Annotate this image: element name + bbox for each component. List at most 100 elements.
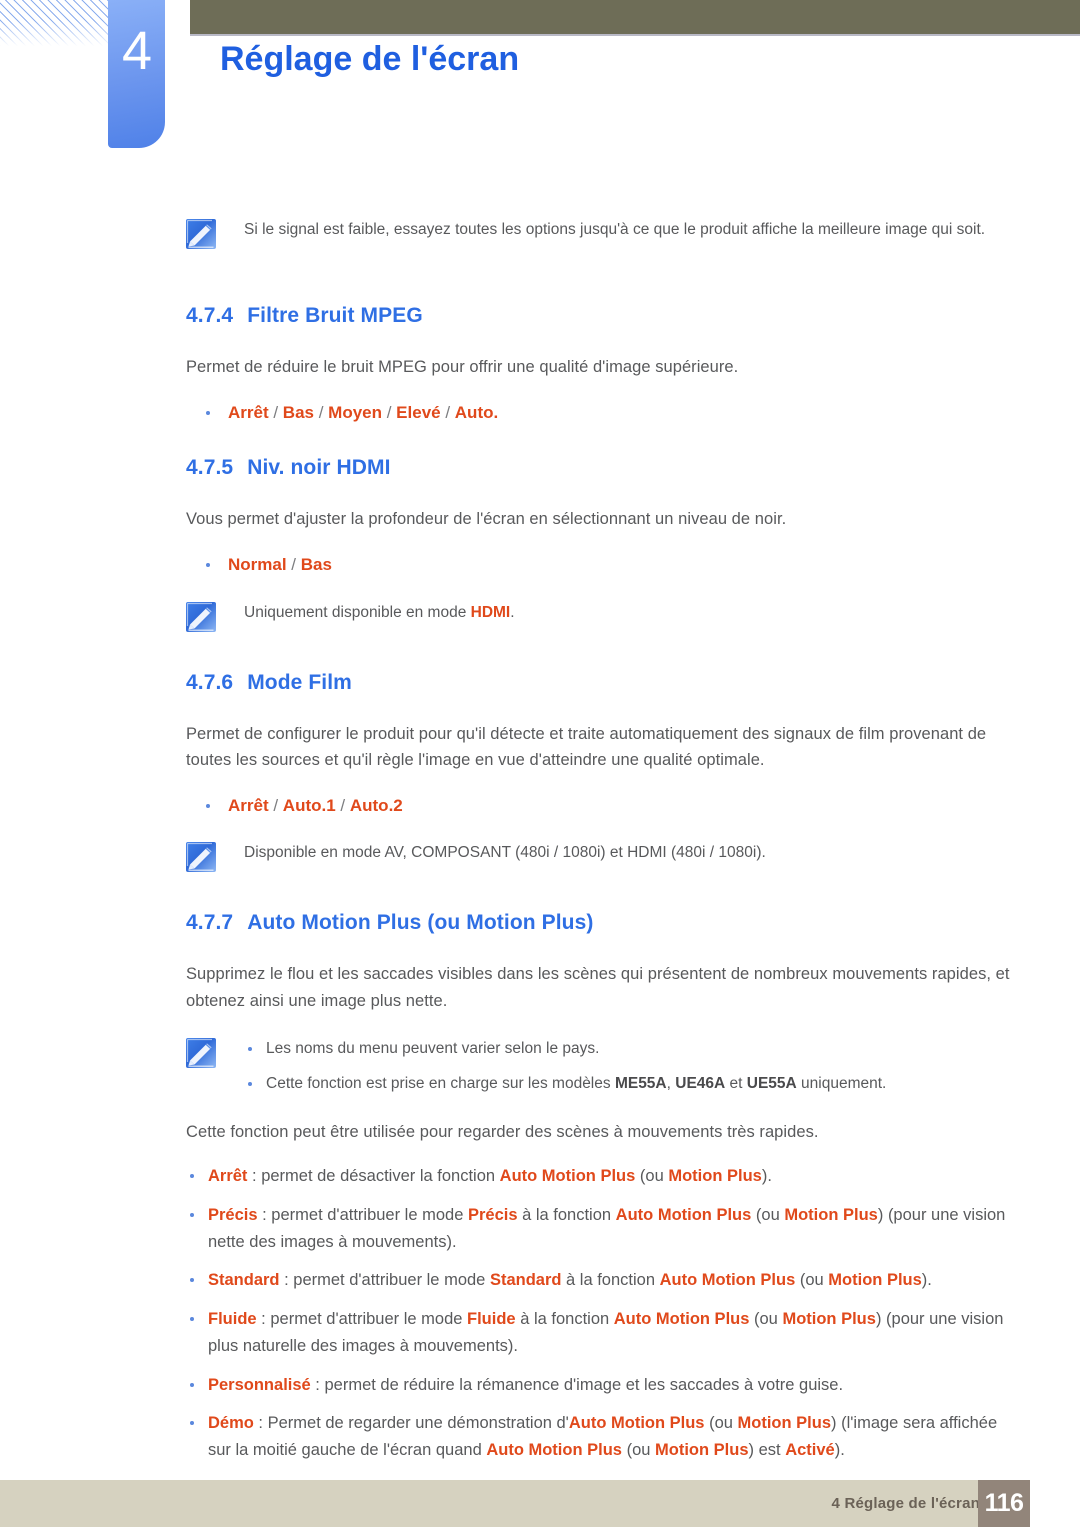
keyword-motion-plus: Motion Plus <box>782 1310 876 1329</box>
keyword-motion-plus: Motion Plus <box>655 1440 749 1459</box>
page-number: 116 <box>978 1480 1030 1527</box>
mode-text: : permet de désactiver la fonction <box>247 1167 500 1186</box>
note-sub-list: Les noms du menu peuvent varier selon le… <box>244 1037 1016 1097</box>
mode-name: Précis <box>208 1205 258 1224</box>
mode-text: (ou <box>749 1310 783 1329</box>
separator: , <box>666 1074 676 1092</box>
mode-name: Standard <box>208 1271 280 1290</box>
mode-name: Arrêt <box>208 1167 248 1186</box>
section-body-4-7-5: Vous permet d'ajuster la profondeur de l… <box>186 510 787 529</box>
note-weak-signal: Si le signal est faible, essayez toutes … <box>186 218 1016 252</box>
note-pencil-icon <box>186 1037 216 1068</box>
option-value: Auto. <box>454 402 499 422</box>
note-text: Les noms du menu peuvent varier selon le… <box>266 1039 600 1057</box>
section-body-4-7-4: Permet de réduire le bruit MPEG pour off… <box>186 358 739 376</box>
model-ue55a: UE55A <box>746 1074 797 1092</box>
keyword-auto-motion-plus: Auto Motion Plus <box>659 1271 796 1290</box>
keyword-auto-motion-plus: Auto Motion Plus <box>615 1205 752 1224</box>
keyword-motion-plus: Motion Plus <box>737 1414 832 1433</box>
section-title: Filtre Bruit MPEG <box>247 304 423 327</box>
mode-text: à la fonction <box>517 1205 616 1224</box>
section-number: 4.7.4 <box>186 304 234 327</box>
hatch-decoration <box>0 0 108 46</box>
mode-text: : Permet de regarder une démonstration d… <box>253 1414 569 1433</box>
model-me55a: ME55A <box>614 1074 667 1092</box>
mode-text: ). <box>761 1167 772 1186</box>
note-motion-plus: Les noms du menu peuvent varier selon le… <box>186 1037 1016 1097</box>
mode-text: : permet d'attribuer le mode <box>279 1271 490 1290</box>
mode-name: Personnalisé <box>208 1375 311 1394</box>
mode-text: à la fonction <box>515 1310 614 1329</box>
mode-text: à la fonction <box>561 1271 660 1290</box>
option-value: Normal <box>228 554 287 574</box>
section-title: Niv. noir HDMI <box>247 456 391 480</box>
keyword-auto-motion-plus: Auto Motion Plus <box>486 1440 622 1459</box>
note-hdmi-only: Uniquement disponible en mode HDMI. <box>186 601 1016 635</box>
mode-name-inline: Standard <box>489 1271 562 1290</box>
option-list-4-7-4: Arrêt / Bas / Moyen / Elevé / Auto. <box>186 399 1016 427</box>
option-value: Arrêt <box>228 795 269 815</box>
mode-text: : permet de réduire la rémanence d'image… <box>310 1375 844 1394</box>
header-band-edge <box>190 34 1080 36</box>
section-heading-4-7-6: 4.7.6 Mode Film <box>186 671 1016 695</box>
note-pencil-icon <box>186 601 216 632</box>
mode-text: ). <box>921 1271 932 1290</box>
section-body-4-7-7: Supprimez le flou et les saccades visibl… <box>186 965 1010 1011</box>
note-text-prefix: Uniquement disponible en mode <box>244 603 471 621</box>
section-number: 4.7.5 <box>186 456 234 480</box>
mode-text: (ou <box>621 1440 656 1459</box>
section-heading-4-7-4: 4.7.4 Filtre Bruit MPEG <box>186 304 1016 328</box>
section-number: 4.7.6 <box>186 670 234 694</box>
document-content: Si le signal est faible, essayez toutes … <box>186 218 1016 1464</box>
option-value: Elevé <box>396 402 441 422</box>
list-item: Personnalisé : permet de réduire la réma… <box>186 1372 1016 1399</box>
note-film-modes: Disponible en mode AV, COMPOSANT (480i /… <box>186 841 1016 875</box>
option-value: Bas <box>300 554 332 574</box>
mode-description-list: Arrêt : permet de désactiver la fonction… <box>186 1163 1016 1463</box>
list-item: Arrêt / Auto.1 / Auto.2 <box>186 792 1016 820</box>
mode-name: Fluide <box>208 1310 257 1329</box>
list-item: Cette fonction est prise en charge sur l… <box>244 1072 1016 1097</box>
mode-text: (ou <box>751 1205 785 1224</box>
mode-text: : permet d'attribuer le mode <box>257 1205 468 1224</box>
list-item: Précis : permet d'attribuer le mode Préc… <box>186 1202 1016 1255</box>
keyword-auto-motion-plus: Auto Motion Plus <box>613 1310 750 1329</box>
mode-text: : permet d'attribuer le mode <box>256 1310 468 1329</box>
chapter-tab: 4 <box>108 0 165 148</box>
option-value: Auto.1 <box>282 795 336 815</box>
mode-text: (ou <box>635 1167 669 1186</box>
mode-name: Démo <box>208 1414 254 1433</box>
option-value: Moyen <box>328 402 382 422</box>
keyword-motion-plus: Motion Plus <box>784 1205 878 1224</box>
note-text-prefix: Cette fonction est prise en charge sur l… <box>266 1074 615 1092</box>
section-body2-4-7-7: Cette fonction peut être utilisée pour r… <box>186 1122 819 1141</box>
list-item: Les noms du menu peuvent varier selon le… <box>244 1037 1016 1062</box>
mode-text: ). <box>834 1440 845 1459</box>
keyword-hdmi: HDMI <box>470 603 511 621</box>
section-body-4-7-6: Permet de configurer le produit pour qu'… <box>186 724 987 770</box>
list-item: Arrêt / Bas / Moyen / Elevé / Auto. <box>186 399 1016 427</box>
section-title: Mode Film <box>247 670 352 694</box>
keyword-auto-motion-plus: Auto Motion Plus <box>568 1414 705 1433</box>
keyword-motion-plus: Motion Plus <box>668 1167 762 1186</box>
option-value: Auto.2 <box>349 795 403 815</box>
chapter-number: 4 <box>121 21 152 81</box>
list-item: Normal / Bas <box>186 551 1016 579</box>
section-heading-4-7-5: 4.7.5 Niv. noir HDMI <box>186 456 1016 480</box>
list-item: Standard : permet d'attribuer le mode St… <box>186 1267 1016 1294</box>
page-title: Réglage de l'écran <box>220 40 520 78</box>
note-text: Uniquement disponible en mode HDMI. <box>244 601 1016 625</box>
separator: et <box>725 1074 747 1092</box>
keyword-motion-plus: Motion Plus <box>828 1271 922 1290</box>
mode-name-inline: Fluide <box>467 1310 516 1329</box>
mode-text: (ou <box>795 1271 829 1290</box>
list-item: Fluide : permet d'attribuer le mode Flui… <box>186 1306 1016 1359</box>
section-number: 4.7.7 <box>186 911 234 935</box>
option-value: Arrêt <box>228 402 269 422</box>
mode-name-inline: Précis <box>467 1205 518 1224</box>
header-band <box>190 0 1080 34</box>
note-text-suffix: uniquement. <box>796 1074 887 1092</box>
section-heading-4-7-7: 4.7.7 Auto Motion Plus (ou Motion Plus) <box>186 911 1016 935</box>
list-item: Arrêt : permet de désactiver la fonction… <box>186 1163 1016 1190</box>
list-item: Démo : Permet de regarder une démonstrat… <box>186 1410 1016 1463</box>
